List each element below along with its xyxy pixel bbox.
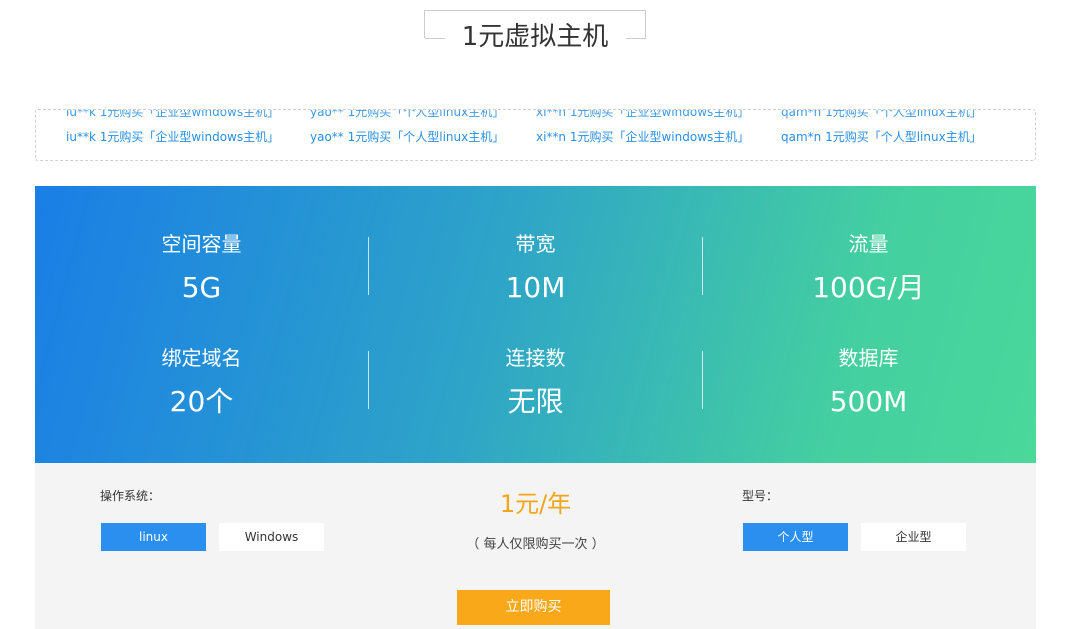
ticker-item: qam*n 1元购买「个人型linux主机」 bbox=[781, 130, 982, 144]
ticker-item: xi**n 1元购买「企业型windows主机」 bbox=[536, 130, 750, 144]
type-option-enterprise[interactable]: 企业型 bbox=[861, 523, 966, 551]
ticker-item: iu**k 1元购买「企业型windows主机」 bbox=[66, 130, 280, 144]
spec-value: 10M bbox=[505, 271, 566, 304]
spec-connections: 连接数 无限 bbox=[369, 344, 702, 422]
spec-label: 流量 bbox=[848, 232, 889, 256]
spec-value: 20个 bbox=[169, 385, 234, 418]
type-option-personal[interactable]: 个人型 bbox=[743, 523, 848, 551]
spec-value: 500M bbox=[829, 385, 908, 418]
ticker-item: xi**n 1元购买「企业型windows主机」 bbox=[536, 109, 750, 119]
spec-label: 连接数 bbox=[505, 346, 566, 370]
spec-domains: 绑定域名 20个 bbox=[35, 344, 368, 422]
ticker-row-previous: iu**k 1元购买「企业型windows主机」 yao** 1元购买「个人型l… bbox=[36, 109, 1035, 122]
title-frame-top bbox=[424, 10, 646, 11]
spec-label: 带宽 bbox=[515, 232, 556, 256]
spec-label: 绑定域名 bbox=[161, 346, 242, 370]
ticker-item: yao** 1元购买「个人型linux主机」 bbox=[310, 130, 505, 144]
purchase-panel: 操作系统： linux Windows 1元/年 （ 每人仅限购买一次 ） 型号… bbox=[35, 463, 1036, 629]
spec-divider bbox=[368, 351, 369, 409]
ticker-row-current: iu**k 1元购买「企业型windows主机」 yao** 1元购买「个人型l… bbox=[36, 127, 1035, 147]
spec-divider bbox=[368, 237, 369, 295]
spec-label: 空间容量 bbox=[161, 232, 242, 256]
type-label: 型号： bbox=[742, 489, 779, 503]
spec-panel: 空间容量 5G 带宽 10M 流量 100G/月 绑定域名 20个 连接数 无限… bbox=[35, 186, 1036, 463]
ticker-item: iu**k 1元购买「企业型windows主机」 bbox=[66, 109, 280, 119]
spec-database: 数据库 500M bbox=[702, 344, 1035, 422]
spec-value: 5G bbox=[181, 271, 222, 304]
section-title: 1元虚拟主机 bbox=[0, 10, 1070, 60]
ticker-item: yao** 1元购买「个人型linux主机」 bbox=[310, 109, 505, 119]
spec-label: 数据库 bbox=[838, 346, 899, 370]
price: 1元/年 bbox=[499, 490, 572, 518]
spec-value: 无限 bbox=[507, 385, 564, 418]
spec-divider bbox=[702, 237, 703, 295]
purchase-ticker: iu**k 1元购买「企业型windows主机」 yao** 1元购买「个人型l… bbox=[35, 109, 1036, 161]
spec-storage: 空间容量 5G bbox=[35, 230, 368, 308]
spec-value: 100G/月 bbox=[812, 271, 925, 304]
page-title: 1元虚拟主机 bbox=[461, 22, 609, 52]
spec-bandwidth: 带宽 10M bbox=[369, 230, 702, 308]
spec-traffic: 流量 100G/月 bbox=[702, 230, 1035, 308]
spec-divider bbox=[702, 351, 703, 409]
buy-now-button[interactable]: 立即购买 bbox=[457, 590, 610, 625]
ticker-item: qam*n 1元购买「个人型linux主机」 bbox=[781, 109, 982, 119]
